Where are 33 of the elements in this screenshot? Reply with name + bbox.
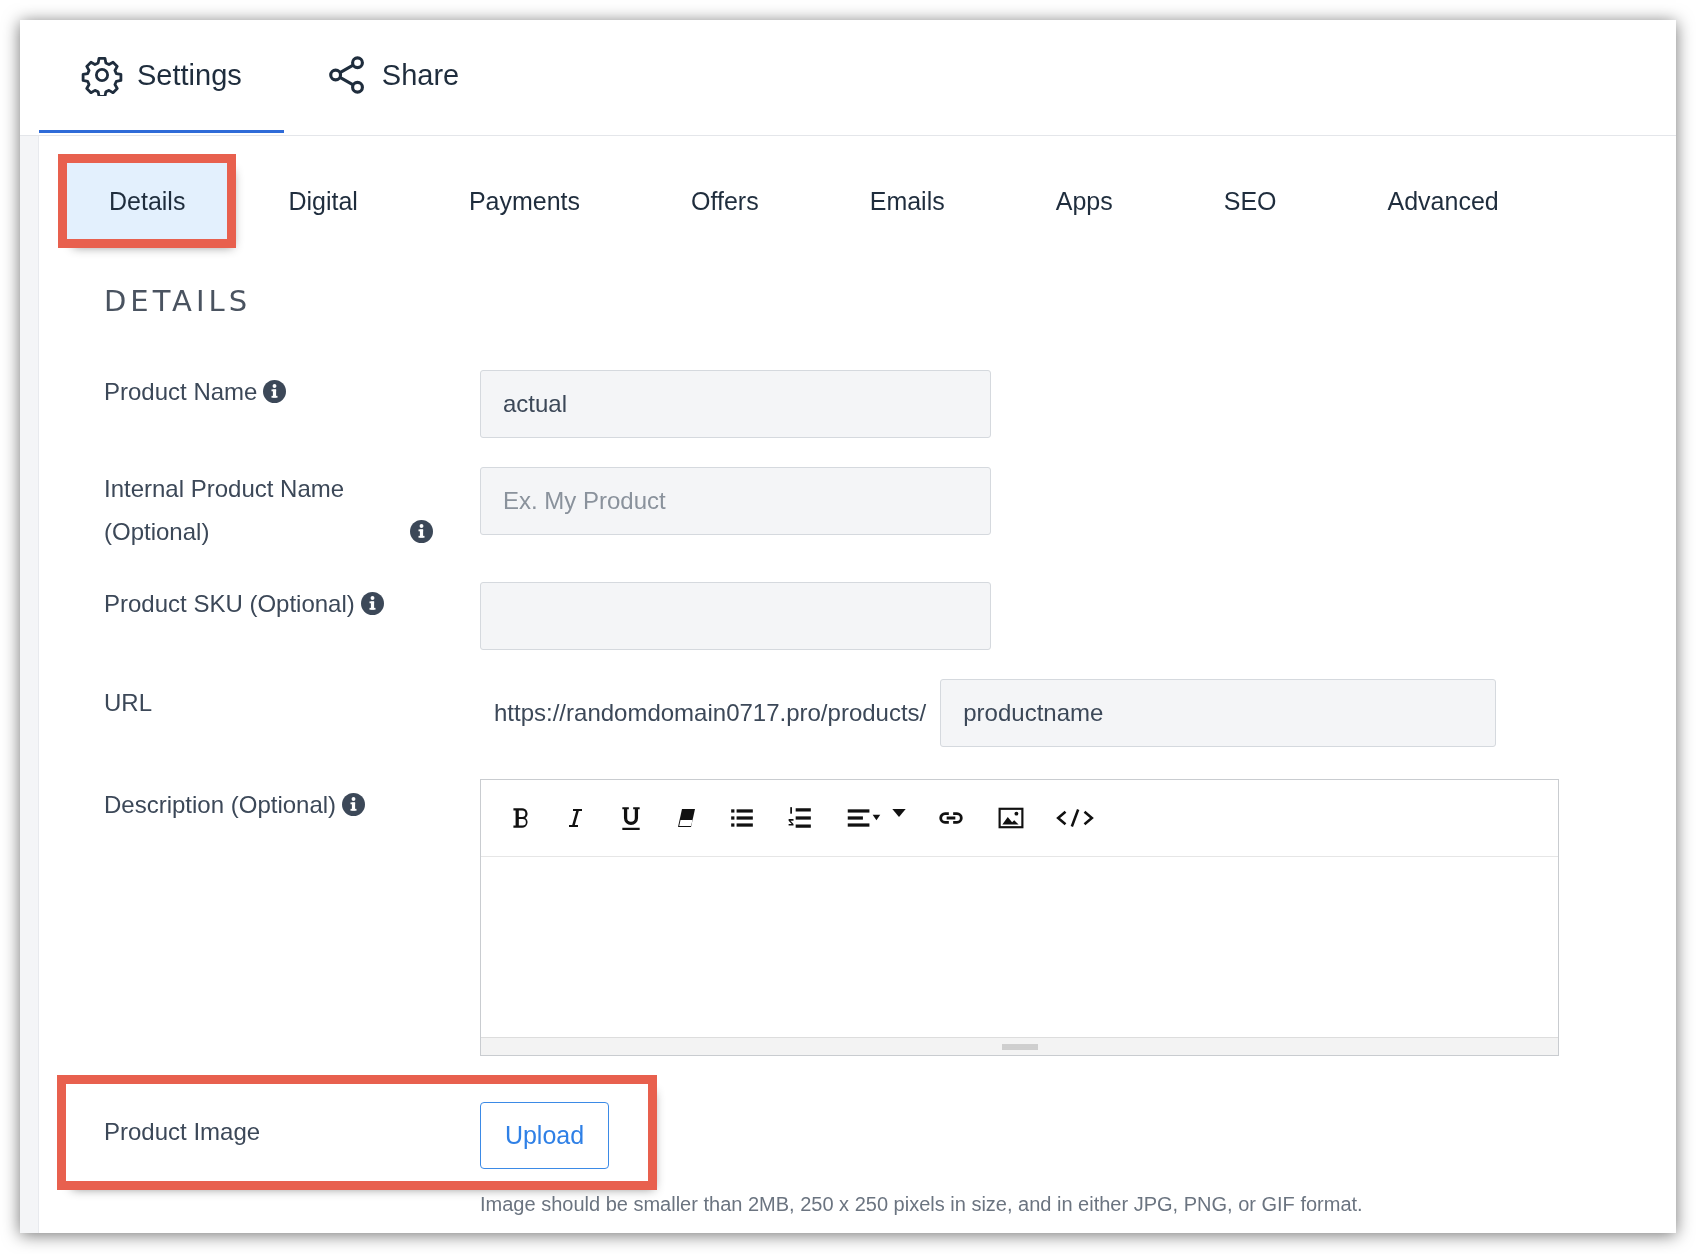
field-label: Product Name (104, 377, 258, 407)
input-field[interactable] (480, 582, 991, 650)
section-heading: DETAILS (103, 284, 253, 318)
caret-icon[interactable] (892, 809, 906, 817)
field-label: Product SKU (Optional) (104, 589, 355, 619)
section-tab[interactable]: Offers (666, 163, 784, 239)
input-field[interactable]: actual (480, 370, 991, 438)
upload-button[interactable]: Upload (480, 1102, 609, 1169)
hint-text: Image should be smaller than 2MB, 250 x 250 pixels in size, and in either JPG, PNG, or GIF format. (480, 1193, 1363, 1216)
settings-icon (81, 54, 123, 96)
section-tab[interactable]: SEO (1198, 163, 1302, 239)
field-label: Description (Optional) (104, 790, 337, 820)
url-prefix: https://randomdomain0717.pro/products/ (494, 698, 927, 728)
section-tab[interactable]: Emails (844, 163, 970, 239)
field-label: URL (104, 688, 152, 718)
section-tab[interactable]: Advanced (1362, 163, 1524, 239)
field-label: Product Image (104, 1117, 261, 1147)
resize-handle-icon[interactable] (1001, 1043, 1038, 1050)
info-icon[interactable] (342, 793, 366, 816)
code-icon[interactable] (1056, 807, 1094, 829)
section-tab[interactable]: Payments (443, 163, 606, 239)
info-icon[interactable] (360, 592, 384, 615)
top-tab[interactable]: Settings (39, 20, 284, 133)
top-tab[interactable]: Share (283, 20, 502, 133)
image-icon[interactable] (996, 805, 1026, 831)
info-icon[interactable] (410, 520, 433, 543)
input-field[interactable]: Ex. My Product (480, 467, 991, 535)
numbered-list-icon[interactable] (786, 805, 814, 831)
field-label: Internal Product Name (Optional) (104, 474, 346, 547)
section-tab[interactable]: Apps (1030, 163, 1138, 239)
info-icon[interactable] (263, 380, 287, 403)
input-field[interactable]: productname (940, 679, 1497, 747)
section-tab[interactable]: Digital (263, 163, 383, 239)
